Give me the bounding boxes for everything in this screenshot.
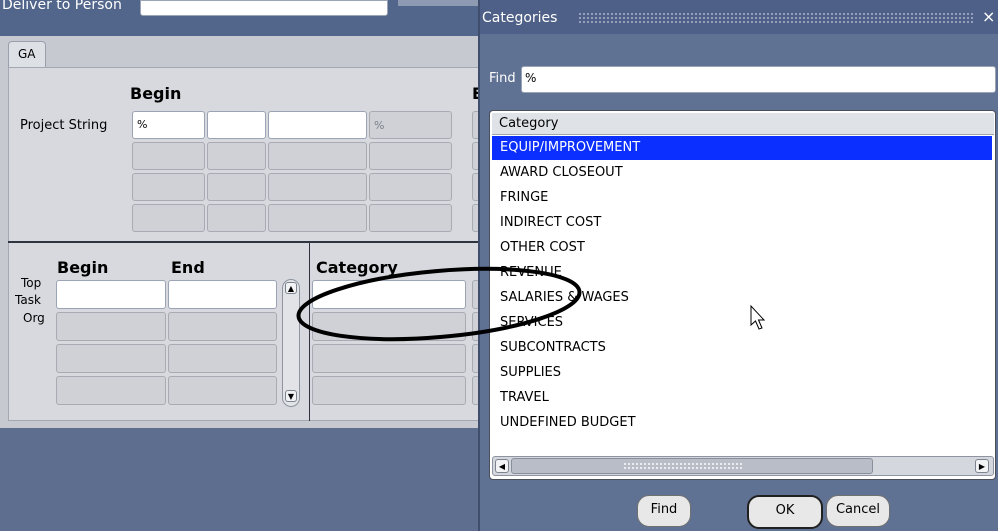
annotation-overlay — [296, 266, 766, 342]
mouse-cursor-icon — [750, 304, 766, 330]
annotation-ellipse — [296, 266, 582, 342]
